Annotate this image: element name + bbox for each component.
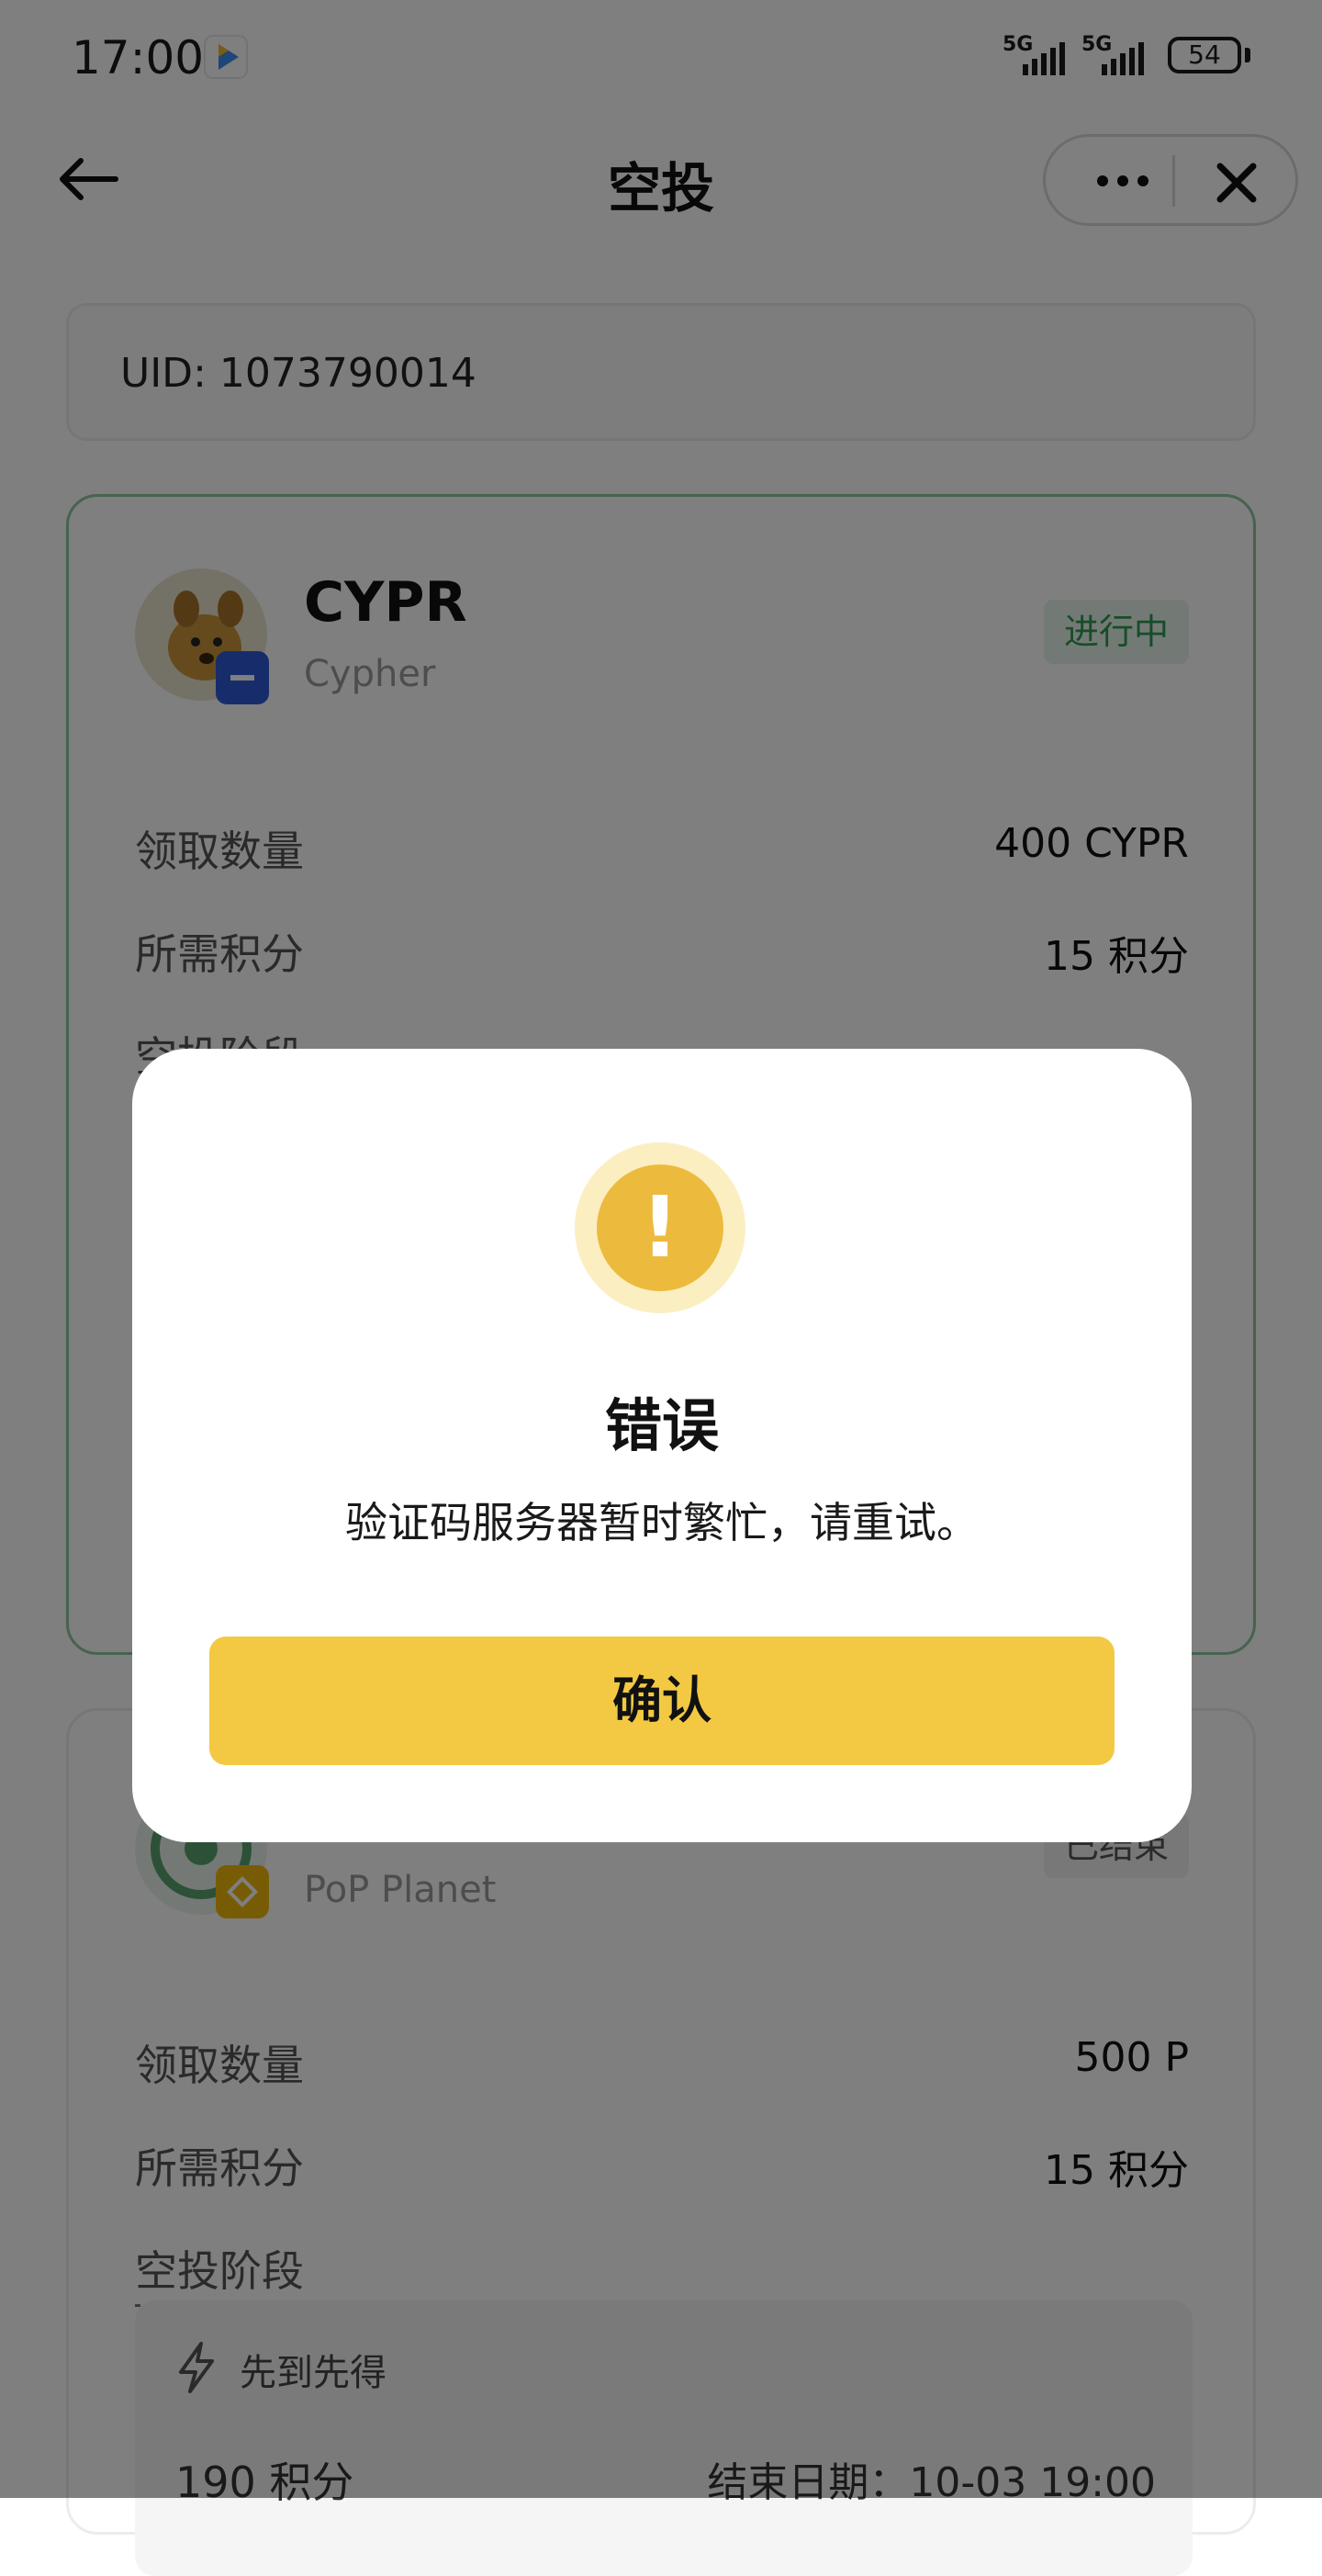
warning-icon-glyph: ! [597, 1164, 723, 1291]
error-dialog: ! 错误 验证码服务器暂时繁忙，请重试。 确认 [132, 1049, 1192, 1842]
dialog-message: 验证码服务器暂时繁忙，请重试。 [345, 1498, 979, 1547]
confirm-button[interactable]: 确认 [209, 1637, 1115, 1765]
dialog-title: 错误 [604, 1392, 719, 1459]
warning-icon: ! [575, 1142, 745, 1313]
